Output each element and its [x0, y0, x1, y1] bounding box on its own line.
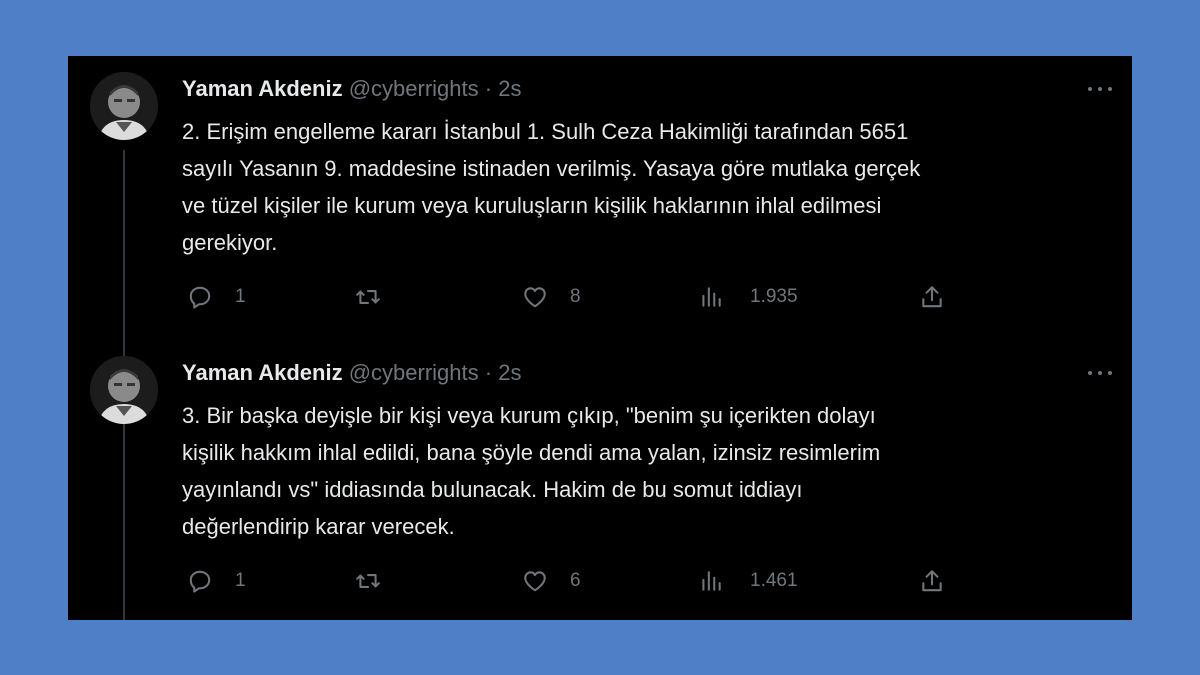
reply-count: 1: [235, 286, 246, 307]
separator-dot: ·: [484, 360, 493, 385]
share-button[interactable]: [919, 282, 945, 312]
tweet-header: Yaman Akdeniz @cyberrights · 2s: [182, 358, 521, 388]
reply-button[interactable]: 1: [187, 282, 246, 312]
views-button[interactable]: 1.461: [698, 566, 798, 596]
tweet[interactable]: Yaman Akdeniz @cyberrights · 2s 2. Erişi…: [68, 56, 1132, 338]
tweet-thread-panel: Yaman Akdeniz @cyberrights · 2s 2. Erişi…: [68, 56, 1132, 620]
author-handle[interactable]: @cyberrights: [349, 76, 479, 101]
author-name[interactable]: Yaman Akdeniz: [182, 360, 343, 385]
tweet-actions: 1 8 1.935: [182, 282, 942, 312]
retweet-button[interactable]: [355, 566, 403, 596]
tweet-text-line: sayılı Yasanın 9. maddesine istinaden ve…: [182, 156, 921, 181]
tweet-header: Yaman Akdeniz @cyberrights · 2s: [182, 74, 521, 104]
tweet-text-line: gerekiyor.: [182, 230, 278, 255]
separator-dot: ·: [484, 76, 493, 101]
retweet-icon: [356, 574, 380, 588]
share-button[interactable]: [919, 566, 945, 596]
avatar[interactable]: [90, 72, 158, 140]
tweet[interactable]: Yaman Akdeniz @cyberrights · 2s 3. Bir b…: [68, 340, 1132, 620]
views-chart-icon: [702, 571, 721, 591]
tweet-text-line: 3. Bir başka deyişle bir kişi veya kurum…: [182, 403, 876, 428]
author-handle[interactable]: @cyberrights: [349, 360, 479, 385]
views-button[interactable]: 1.935: [698, 282, 798, 312]
more-icon[interactable]: [1088, 362, 1112, 384]
retweet-button[interactable]: [355, 282, 403, 312]
timestamp[interactable]: 2s: [498, 76, 521, 101]
share-icon: [922, 570, 942, 592]
heart-icon: [524, 287, 546, 308]
avatar[interactable]: [90, 356, 158, 424]
views-chart-icon: [702, 287, 721, 307]
reply-button[interactable]: 1: [187, 566, 246, 596]
tweet-text-line: ve tüzel kişiler ile kurum veya kuruluşl…: [182, 193, 882, 218]
retweet-icon: [356, 290, 380, 304]
views-count: 1.935: [750, 286, 798, 307]
tweet-text: 3. Bir başka deyişle bir kişi veya kurum…: [182, 397, 1102, 545]
tweet-text-line: yayınlandı vs" iddiasında bulunacak. Hak…: [182, 477, 803, 502]
reply-icon: [189, 570, 211, 593]
timestamp[interactable]: 2s: [498, 360, 521, 385]
tweet-actions: 1 6 1.461: [182, 566, 942, 596]
more-icon[interactable]: [1088, 78, 1112, 100]
tweet-text: 2. Erişim engelleme kararı İstanbul 1. S…: [182, 113, 1102, 261]
tweet-text-line: değerlendirip karar verecek.: [182, 514, 455, 539]
like-count: 8: [570, 286, 581, 307]
share-icon: [922, 286, 942, 308]
reply-count: 1: [235, 570, 246, 591]
like-count: 6: [570, 570, 581, 591]
views-count: 1.461: [750, 570, 798, 591]
like-button[interactable]: 6: [522, 566, 581, 596]
like-button[interactable]: 8: [522, 282, 581, 312]
heart-icon: [524, 571, 546, 592]
reply-icon: [189, 286, 211, 309]
tweet-text-line: 2. Erişim engelleme kararı İstanbul 1. S…: [182, 119, 909, 144]
tweet-text-line: kişilik hakkım ihlal edildi, bana şöyle …: [182, 440, 881, 465]
author-name[interactable]: Yaman Akdeniz: [182, 76, 343, 101]
